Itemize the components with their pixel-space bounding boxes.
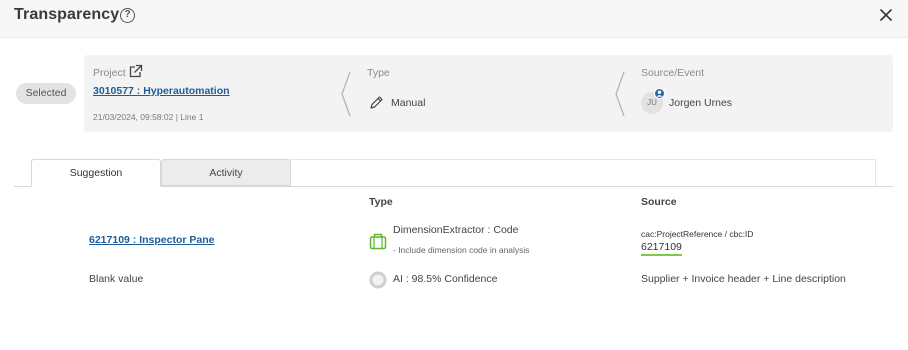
separator-chevron-1 — [341, 71, 351, 117]
selected-badge: Selected — [16, 83, 76, 104]
bag-icon — [369, 233, 387, 250]
project-label: Project — [93, 67, 126, 79]
column-header-source: Source — [641, 196, 677, 208]
blank-value-text: Blank value — [89, 273, 144, 285]
separator-chevron-2 — [615, 71, 625, 117]
column-header-type: Type — [369, 196, 393, 208]
suggestion-value-link[interactable]: 6217109 : Inspector Pane — [89, 234, 214, 246]
header-bar: Transparency ? — [0, 0, 908, 38]
ai-confidence-icon — [369, 271, 387, 289]
source-value: 6217109 — [641, 241, 682, 256]
help-icon[interactable]: ? — [120, 8, 135, 23]
tab-suggestion[interactable]: Suggestion — [31, 159, 161, 187]
type-label: Type — [367, 67, 390, 79]
close-icon[interactable] — [878, 7, 894, 23]
project-link[interactable]: 3010577 : Hyperautomation — [93, 85, 230, 97]
page-title: Transparency — [14, 6, 120, 23]
source-path: cac:ProjectReference / cbc:ID — [641, 229, 754, 239]
user-icon — [654, 88, 665, 99]
user-name: Jorgen Urnes — [669, 97, 733, 109]
info-panel: Project 3010577 : Hyperautomation 21/03/… — [84, 55, 893, 132]
pen-icon — [370, 96, 383, 109]
tab-bar — [291, 159, 876, 186]
source-text-row2: Supplier + Invoice header + Line descrip… — [641, 273, 846, 285]
external-link-icon[interactable] — [128, 64, 143, 79]
tab-activity[interactable]: Activity — [161, 159, 291, 186]
source-event-label: Source/Event — [641, 67, 705, 79]
type-title-row1: DimensionExtractor : Code — [393, 224, 519, 236]
type-title-row2: AI : 98.5% Confidence — [393, 273, 498, 285]
type-note-row1: - Include dimension code in analysis — [393, 245, 530, 255]
type-value: Manual — [391, 97, 426, 109]
project-meta: 21/03/2024, 09:58:02 | Line 1 — [93, 112, 204, 122]
